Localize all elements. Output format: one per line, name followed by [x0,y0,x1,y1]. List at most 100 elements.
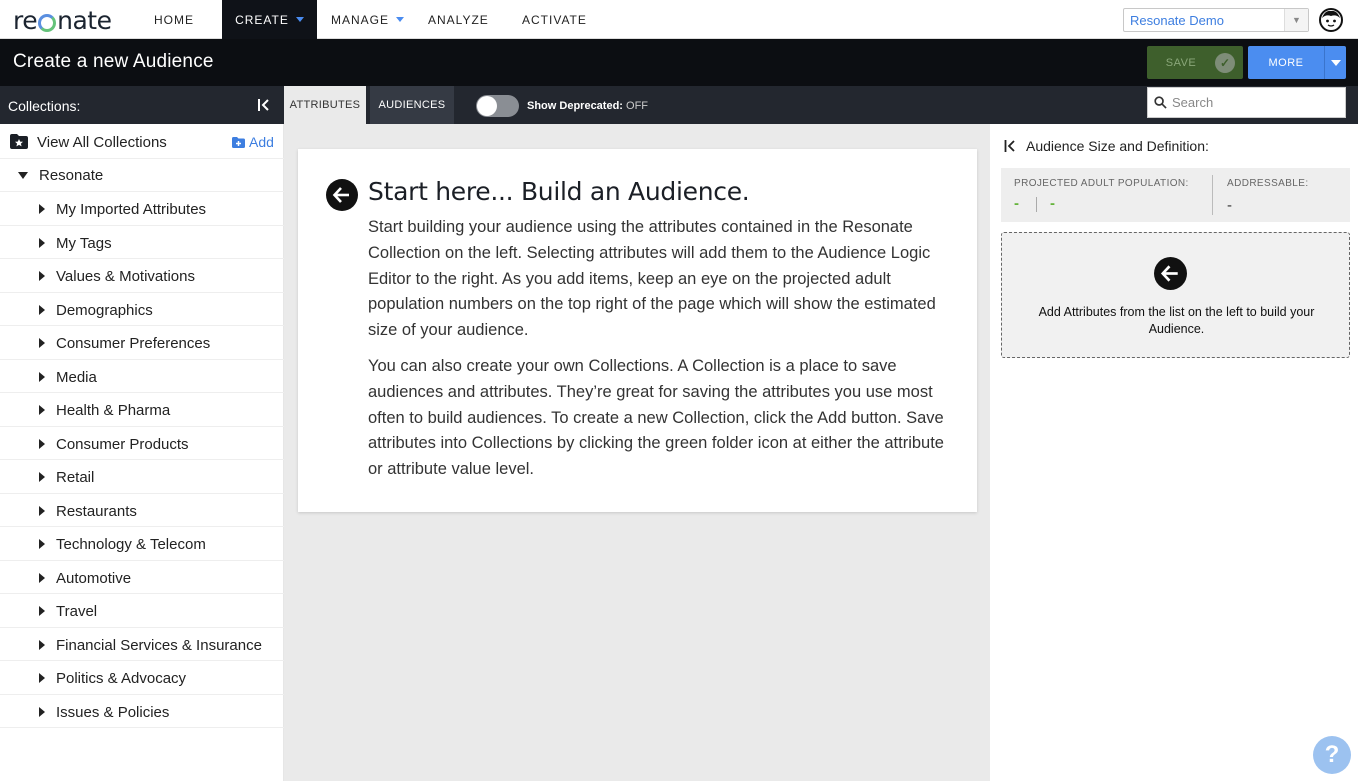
help-button[interactable]: ? [1313,736,1351,774]
search-input[interactable] [1172,95,1332,110]
nav-home-label: HOME [154,12,194,27]
stats-divider [1212,175,1213,215]
caret-right-icon [39,673,45,683]
page-title: Create a new Audience [13,51,214,72]
tree-item-label: Issues & Policies [56,703,170,721]
tree-item[interactable]: Issues & Policies [0,695,284,728]
toggle-label-text: Show Deprecated: [527,100,623,112]
addressable-value: - [1227,197,1232,214]
caret-right-icon [39,338,45,348]
tree-item[interactable]: My Imported Attributes [0,192,284,226]
tree-item[interactable]: Media [0,360,284,393]
account-select-value: Resonate Demo [1130,13,1224,28]
tree-item[interactable]: Technology & Telecom [0,527,284,561]
tree-item[interactable]: Travel [0,594,284,628]
logo-o-mark-icon [38,13,57,32]
search-box[interactable] [1147,87,1346,118]
projected-population-value-2: - [1050,195,1055,212]
resonate-logo[interactable]: re nate [13,6,112,35]
collection-tree: My Imported Attributes My Tags Values & … [0,192,284,728]
collapse-left-icon[interactable] [1004,139,1016,153]
show-deprecated-toggle[interactable] [476,95,519,117]
tree-item[interactable]: Demographics [0,293,284,326]
add-folder-icon [232,136,245,148]
attribute-dropzone[interactable]: Add Attributes from the list on the left… [1001,232,1350,358]
intro-paragraph-1: Start building your audience using the a… [368,218,936,340]
tab-attributes[interactable]: ATTRIBUTES [284,86,366,124]
more-dropdown-toggle[interactable] [1324,46,1346,79]
check-icon: ✓ [1215,52,1235,73]
nav-create-label: CREATE [235,12,289,27]
caret-right-icon [39,505,45,516]
user-avatar-icon[interactable] [1319,8,1343,32]
tree-item[interactable]: My Tags [0,226,284,259]
value-separator [1036,197,1037,212]
caret-right-icon [39,438,45,449]
projected-population-value: - [1014,195,1019,212]
nav-manage-label: MANAGE [331,12,390,27]
nav-analyze[interactable]: ANALYZE [428,0,498,39]
nav-activate-label: ACTIVATE [522,12,587,27]
nav-analyze-label: ANALYZE [428,12,489,27]
toggle-state: OFF [626,100,649,112]
caret-right-icon [39,606,45,616]
star-folder-icon [10,134,28,149]
tree-item[interactable]: Values & Motivations [0,259,284,293]
intro-card: Start here... Build an Audience. Start b… [298,149,977,512]
audience-stats: PROJECTED ADULT POPULATION: - - ADDRESSA… [1001,168,1350,222]
tree-item-label: Automotive [56,569,132,587]
dropzone-message: Add Attributes from the list on the left… [1038,305,1315,336]
more-button[interactable]: MORE [1248,46,1346,79]
tree-item-label: Financial Services & Insurance [56,636,262,654]
projected-population-label: PROJECTED ADULT POPULATION: [1014,178,1189,189]
chevron-down-icon [396,17,405,22]
collections-sidebar: View All Collections Add Resonate My Imp… [0,124,284,781]
tree-item-resonate[interactable]: Resonate [0,159,284,192]
tree-item-label: Technology & Telecom [56,536,206,553]
tree-item-label: Consumer Preferences [56,335,211,352]
tree-item-label: Travel [56,603,98,620]
caret-right-icon [39,572,45,583]
save-button-label: SAVE [1165,56,1197,69]
tree-item-label: Politics & Advocacy [56,670,187,687]
tree-item[interactable]: Consumer Preferences [0,326,284,360]
tree-item-label: Demographics [56,301,153,319]
chevron-down-icon [295,17,304,22]
search-icon [1154,96,1167,109]
nav-create[interactable]: CREATE [222,0,317,39]
tree-item[interactable]: Health & Pharma [0,393,284,427]
main-content: Start here... Build an Audience. Start b… [284,124,990,781]
account-select[interactable]: Resonate Demo ▼ [1123,8,1309,32]
tab-audiences[interactable]: AUDIENCES [370,86,454,124]
toggle-knob [477,96,497,116]
tree-item[interactable]: Financial Services & Insurance [0,628,284,661]
help-icon: ? [1324,741,1340,768]
caret-right-icon [39,405,45,415]
intro-paragraph-2: You can also create your own Collections… [368,357,944,479]
tree-item[interactable]: Retail [0,460,284,494]
caret-right-icon [39,304,45,315]
view-all-collections[interactable]: View All Collections Add [0,124,284,159]
caret-right-icon [39,237,45,248]
tree-item[interactable]: Consumer Products [0,427,284,460]
tree-item-label: Restaurants [56,502,137,520]
tree-item[interactable]: Politics & Advocacy [0,661,284,695]
tree-item-label: Consumer Products [56,435,189,453]
chevron-down-icon: ▼ [1284,9,1308,31]
intro-heading: Start here... Build an Audience. [368,177,750,206]
top-navigation: re nate HOME CREATE MANAGE ANALYZE ACTIV… [0,0,1358,39]
collapse-left-icon[interactable] [256,97,272,113]
add-collection-button[interactable]: Add [232,134,274,150]
nav-home[interactable]: HOME [140,0,208,39]
tab-attributes-label: ATTRIBUTES [289,99,361,111]
chevron-down-icon [1330,59,1341,66]
arrow-left-circle-icon [1154,257,1187,290]
nav-manage[interactable]: MANAGE [331,0,411,39]
tree-item-label: My Imported Attributes [56,201,207,218]
nav-activate[interactable]: ACTIVATE [522,0,592,39]
tree-item[interactable]: Restaurants [0,494,284,527]
view-all-collections-label: View All Collections [37,134,167,151]
save-button[interactable]: SAVE ✓ [1147,46,1243,79]
tree-item[interactable]: Automotive [0,561,284,594]
caret-down-icon [18,172,28,179]
